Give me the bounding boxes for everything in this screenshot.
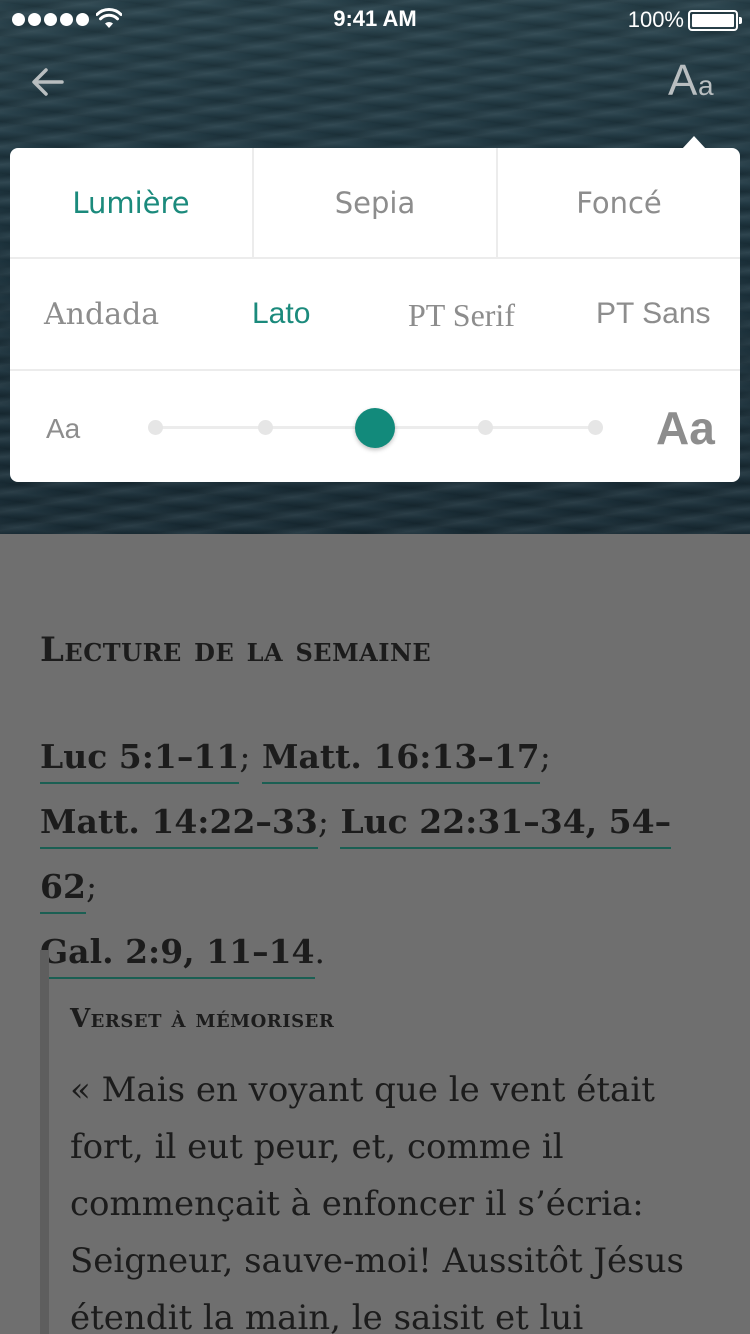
section-title: Lecture de la semaine: [40, 630, 432, 670]
font-option-pt-sans[interactable]: PT Sans: [596, 297, 711, 331]
reference-link[interactable]: Luc 5:1–11: [40, 737, 240, 784]
font-option-andada[interactable]: Andada: [44, 297, 159, 332]
arrow-left-icon[interactable]: [28, 62, 68, 102]
font-selector: Andada Lato PT Serif PT Sans: [10, 261, 740, 371]
font-size-step[interactable]: [477, 420, 493, 435]
reference-link[interactable]: Matt. 16:13–17: [261, 737, 540, 784]
reference-link[interactable]: Matt. 14:22–33: [40, 802, 318, 849]
theme-selector: Lumière Sepia Foncé: [10, 148, 740, 259]
font-option-pt-serif[interactable]: PT Serif: [408, 297, 515, 334]
theme-option-sepia[interactable]: Sepia: [252, 148, 496, 257]
reference-separator: ;: [85, 867, 98, 906]
memory-verse-block: Verset à mémoriser « Mais en voyant que …: [40, 950, 720, 1334]
status-bar: 9:41 AM 100%: [0, 0, 750, 40]
memory-verse-title: Verset à mémoriser: [70, 1004, 335, 1034]
reference-separator: ;: [239, 737, 251, 776]
battery-percentage: 100%: [627, 7, 684, 32]
memory-verse-text: « Mais en voyant que le vent était fort,…: [70, 1070, 684, 1334]
reading-references: Luc 5:1–11; Matt. 16:13–17; Matt. 14:22–…: [40, 724, 720, 984]
theme-option-fonce[interactable]: Foncé: [496, 148, 740, 257]
font-size-step[interactable]: [147, 420, 163, 435]
size-large-label: Aa: [656, 402, 715, 454]
lesson-content: Lecture de la semaine Luc 5:1–11; Matt. …: [0, 534, 750, 1334]
reading-settings-popover: Lumière Sepia Foncé Andada Lato PT Serif…: [10, 148, 740, 482]
theme-option-lumiere[interactable]: Lumière: [10, 148, 252, 257]
font-size-slider-thumb[interactable]: [355, 408, 395, 448]
reference-separator: ;: [539, 737, 551, 776]
reference-separator: ;: [317, 802, 329, 841]
font-size-step[interactable]: [587, 420, 603, 435]
text-size-icon[interactable]: A a: [668, 56, 724, 105]
font-option-lato[interactable]: Lato: [252, 297, 310, 331]
battery-icon: [688, 10, 742, 31]
font-size-slider-row: Aa Aa: [10, 373, 740, 482]
font-size-step[interactable]: [257, 420, 273, 435]
size-small-label: Aa: [46, 413, 81, 444]
